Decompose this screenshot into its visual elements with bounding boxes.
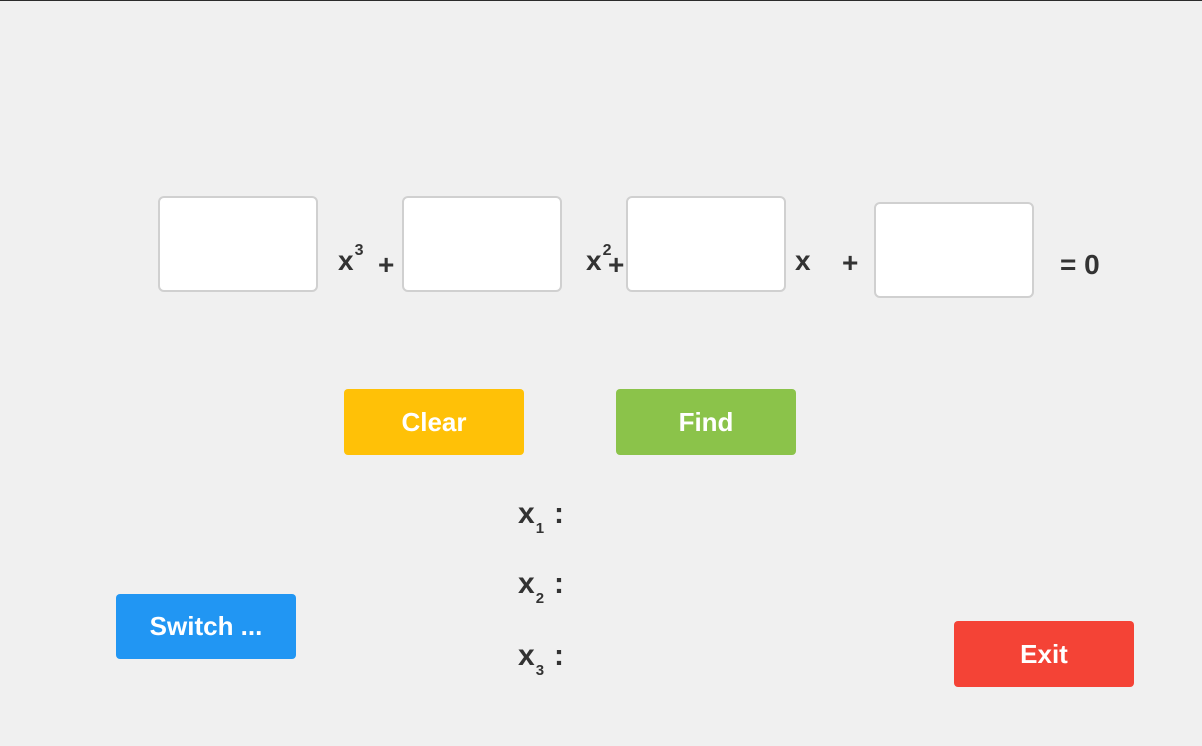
plus-sign-3: + xyxy=(842,247,859,278)
root-x1-variable: x xyxy=(518,497,535,530)
root-x2-variable: x xyxy=(518,567,535,600)
root-x2-row: x2: xyxy=(518,567,576,607)
x2-variable: x xyxy=(586,245,602,276)
root-x3-variable: x xyxy=(518,639,535,672)
root-x1-row: x1: xyxy=(518,497,576,537)
root-x1-colon: : xyxy=(554,497,565,530)
coefficient-a-input[interactable] xyxy=(158,196,318,292)
switch-button[interactable]: Switch ... xyxy=(116,594,296,659)
root-x2-colon: : xyxy=(554,567,565,600)
term-x-cubed: x3 xyxy=(338,243,363,276)
find-button[interactable]: Find xyxy=(616,389,796,455)
root-x3-colon: : xyxy=(554,639,565,672)
coefficient-b-input[interactable] xyxy=(402,196,562,292)
plus-sign-2: + xyxy=(608,249,625,280)
term-x: x xyxy=(795,245,811,276)
exit-button[interactable]: Exit xyxy=(954,621,1134,687)
coefficient-c-input[interactable] xyxy=(626,196,786,292)
root-x3-row: x3: xyxy=(518,639,576,679)
clear-button[interactable]: Clear xyxy=(344,389,524,455)
root-x1-index: 1 xyxy=(535,520,545,537)
root-x2-index: 2 xyxy=(535,590,545,607)
equals-zero-label: = 0 xyxy=(1060,249,1100,280)
coefficient-d-input[interactable] xyxy=(874,202,1034,298)
plus-sign-1: + xyxy=(378,249,395,280)
x3-variable: x xyxy=(338,245,354,276)
x3-exponent: 3 xyxy=(354,242,364,259)
root-x3-index: 3 xyxy=(535,662,545,679)
